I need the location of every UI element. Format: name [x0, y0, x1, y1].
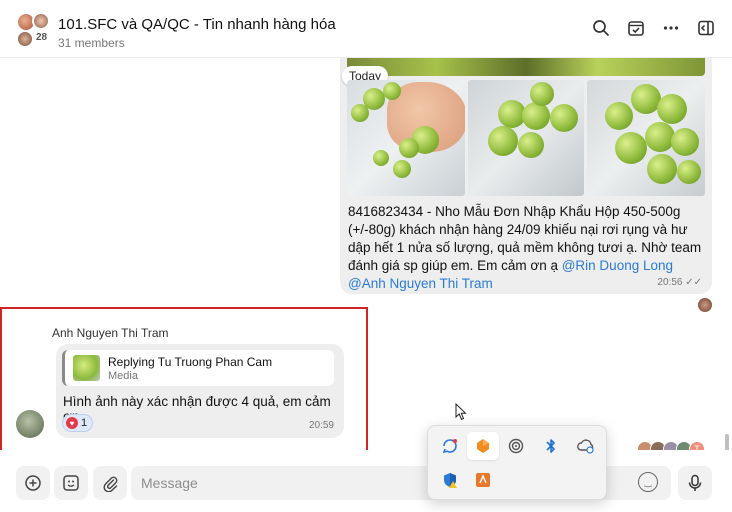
outgoing-message[interactable]: Today 8416823434 - Nho Mẫu Đơn Nhập Khẩu… [340, 58, 712, 294]
attach-button[interactable] [93, 466, 127, 500]
message-time: 20:59 [308, 420, 334, 431]
chat-header: 28 101.SFC và QA/QC - Tin nhanh hàng hóa… [0, 0, 732, 58]
member-count[interactable]: 31 members [58, 36, 125, 50]
member-count-badge: 28 [34, 31, 50, 44]
orange-app-icon[interactable] [467, 432, 499, 460]
message-text: 8416823434 - Nho Mẫu Đơn Nhập Khẩu Hộp 4… [348, 203, 702, 293]
microphone-icon [688, 474, 702, 491]
reply-title: Replying Tu Truong Phan Cam [108, 355, 273, 369]
bluetooth-icon[interactable] [535, 432, 567, 460]
sidebar-toggle-icon[interactable] [695, 17, 717, 39]
message-list[interactable]: Today 8416823434 - Nho Mẫu Đơn Nhập Khẩu… [0, 58, 732, 450]
add-button[interactable] [16, 466, 50, 500]
system-tray-popup [427, 425, 607, 500]
emoji-icon[interactable]: ‿ [638, 472, 658, 492]
security-shield-icon[interactable] [434, 466, 466, 494]
photo-1[interactable] [347, 80, 465, 196]
sticker-button[interactable] [54, 466, 88, 500]
microphone-button[interactable] [678, 466, 712, 500]
avatar [32, 12, 50, 30]
photo-2[interactable] [468, 80, 584, 196]
mention-link[interactable]: @Anh Nguyen Thi Tram [348, 276, 493, 291]
group-avatar[interactable]: 28 [14, 12, 52, 50]
plus-circle-icon [25, 475, 41, 491]
reply-subtitle: Media [108, 370, 138, 382]
seen-avatar[interactable] [698, 298, 712, 312]
message-text: Hình ảnh này xác nhận được 4 quả, em cảm… [63, 394, 331, 424]
sender-name[interactable]: Anh Nguyen Thi Tram [52, 326, 169, 340]
avatar [16, 30, 34, 48]
reply-preview[interactable]: Replying Tu Truong Phan Cam Media [62, 350, 334, 386]
cloud-sync-icon[interactable] [570, 432, 602, 460]
avatar[interactable] [16, 410, 44, 438]
message-time: 20:56 ✓✓ [657, 277, 702, 288]
more-icon[interactable] [660, 17, 682, 39]
mention-link[interactable]: @Rin Duong Long [562, 258, 673, 273]
incoming-message[interactable]: Replying Tu Truong Phan Cam Media Hình ả… [56, 344, 344, 438]
zalo-icon[interactable] [434, 432, 466, 460]
read-check-icon: ✓✓ [685, 277, 702, 288]
tray-app-icon[interactable] [467, 466, 499, 494]
reaction-badge[interactable]: ♥ 1 [62, 414, 94, 432]
mouse-cursor [455, 402, 467, 426]
composer: ‿ [0, 450, 732, 512]
fingerprint-icon[interactable] [500, 432, 532, 460]
reply-thumbnail [73, 355, 100, 381]
search-icon[interactable] [590, 17, 612, 39]
photo-3[interactable] [587, 80, 705, 196]
chat-title[interactable]: 101.SFC và QA/QC - Tin nhanh hàng hóa [58, 16, 336, 33]
calendar-check-icon[interactable] [625, 17, 647, 39]
reaction-count: 1 [81, 417, 88, 429]
heart-icon: ♥ [66, 417, 78, 429]
paperclip-icon [103, 476, 118, 492]
photo-preview-top[interactable] [347, 58, 705, 76]
sticker-icon [63, 475, 79, 491]
